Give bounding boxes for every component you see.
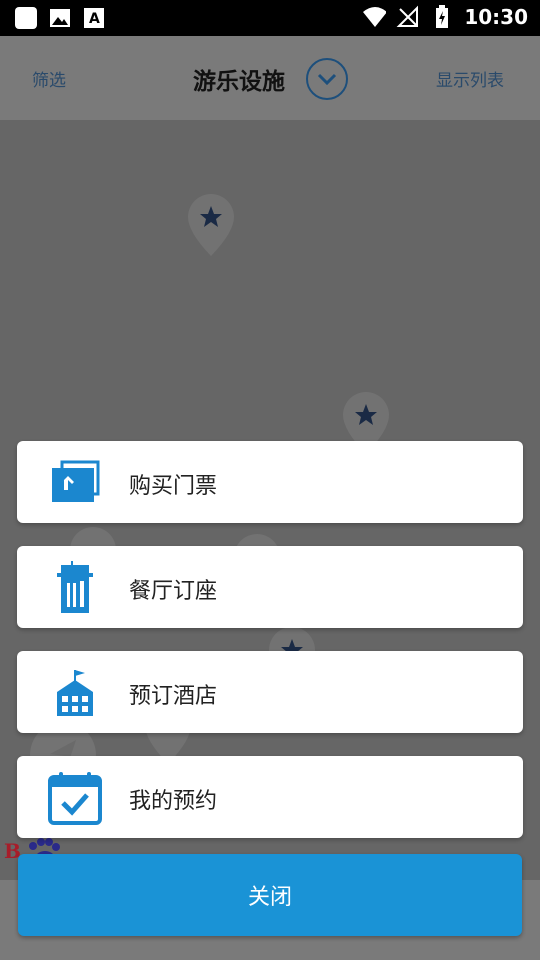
- image-notification-icon: [48, 6, 72, 30]
- book-hotel-button[interactable]: 预订酒店: [17, 651, 523, 733]
- menu-item-label: 预订酒店: [129, 684, 218, 709]
- menu-item-label: 我的预约: [129, 789, 218, 814]
- status-time: 10:30: [464, 5, 528, 29]
- restaurant-reservation-button[interactable]: 餐厅订座: [17, 546, 523, 628]
- battery-charging-icon: [430, 5, 454, 29]
- menu-item-label: 购买门票: [129, 474, 218, 499]
- map-pin-star-icon[interactable]: [186, 192, 236, 258]
- svg-text:A: A: [89, 11, 100, 27]
- app-notification-icon: [14, 6, 38, 30]
- calendar-check-icon: [47, 770, 103, 826]
- status-bar: A 10:30: [0, 0, 540, 36]
- top-bar: 筛选 游乐设施 显示列表: [0, 36, 540, 120]
- buy-tickets-button[interactable]: 购买门票: [17, 441, 523, 523]
- filter-button[interactable]: 筛选: [32, 66, 66, 91]
- restaurant-icon: [47, 560, 103, 616]
- hotel-icon: [47, 665, 103, 721]
- page-title: 游乐设施: [193, 69, 285, 95]
- menu-item-label: 餐厅订座: [129, 579, 218, 604]
- show-list-button[interactable]: 显示列表: [436, 66, 504, 91]
- wifi-icon: [362, 5, 387, 29]
- chevron-down-icon[interactable]: [306, 58, 348, 100]
- no-signal-icon: [396, 5, 420, 29]
- close-button[interactable]: 关闭: [18, 854, 522, 936]
- ticket-icon: [47, 455, 103, 511]
- my-reservations-button[interactable]: 我的预约: [17, 756, 523, 838]
- font-notification-icon: A: [82, 6, 106, 30]
